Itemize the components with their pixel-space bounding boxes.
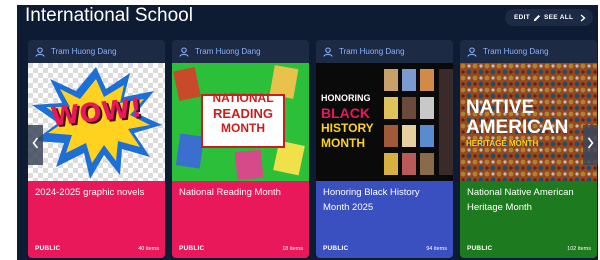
thumb-line: HISTORY — [321, 121, 374, 135]
card-title[interactable]: Honoring Black History Month 2025 — [323, 186, 446, 215]
card-body[interactable]: National Native American Heritage Month … — [460, 181, 597, 258]
card-body[interactable]: 2024-2025 graphic novels PUBLIC 40 items — [28, 181, 165, 258]
user-icon — [467, 46, 477, 57]
thumb-line: HERITAGE MONTH — [466, 139, 539, 148]
card-body[interactable]: Honoring Black History Month 2025 PUBLIC… — [316, 181, 453, 258]
visibility-label: PUBLIC — [323, 245, 349, 252]
page-title: International School — [25, 5, 193, 26]
thumb-line: AMERICAN — [466, 117, 569, 138]
visibility-label: PUBLIC — [467, 245, 493, 252]
card-body[interactable]: National Reading Month PUBLIC 18 items — [172, 181, 309, 258]
item-count: 94 items — [426, 246, 447, 252]
collection-card[interactable]: Tram Huong Dang National Reading Month P… — [172, 40, 309, 258]
card-owner[interactable]: Tram Huong Dang — [28, 40, 165, 63]
owner-name: Tram Huong Dang — [195, 47, 261, 56]
chevron-right-icon[interactable] — [587, 136, 594, 154]
card-owner[interactable]: Tram Huong Dang — [316, 40, 453, 63]
chevron-right-icon[interactable] — [580, 13, 586, 22]
thumbnail-text-card4: NATIVE AMERICAN HERITAGE MONTH — [466, 98, 598, 149]
card-owner[interactable]: Tram Huong Dang — [172, 40, 309, 63]
collection-card[interactable]: Tram Huong Dang National Native American… — [460, 40, 597, 258]
thumb-line: MONTH — [321, 136, 365, 150]
thumb-line: MONTH — [221, 121, 265, 135]
thumb-line: HONORING — [321, 93, 371, 103]
collection-panel: International School EDIT SEE ALL Tram H… — [17, 5, 598, 260]
thumb-line: READING — [213, 106, 273, 121]
item-count: 18 items — [282, 246, 303, 252]
user-icon — [179, 46, 189, 57]
card-footer: PUBLIC 40 items — [35, 245, 159, 252]
user-icon — [323, 46, 333, 57]
thumbnail-text-card2: NATIONAL READING MONTH — [202, 91, 284, 136]
card-footer: PUBLIC 18 items — [179, 245, 303, 252]
card-footer: PUBLIC 102 items — [467, 245, 591, 252]
chevron-left-icon[interactable] — [32, 136, 39, 154]
visibility-label: PUBLIC — [35, 245, 61, 252]
card-title[interactable]: 2024-2025 graphic novels — [35, 186, 158, 201]
collection-card[interactable]: Tram Huong Dang 2024-2025 graphic novels… — [28, 40, 165, 258]
carousel-prev-button[interactable] — [28, 125, 43, 165]
user-icon — [35, 46, 45, 57]
card-owner[interactable]: Tram Huong Dang — [460, 40, 597, 63]
carousel-next-button[interactable] — [583, 125, 598, 165]
pencil-icon[interactable] — [533, 14, 541, 22]
visibility-label: PUBLIC — [179, 245, 205, 252]
owner-name: Tram Huong Dang — [483, 47, 549, 56]
card-title[interactable]: National Native American Heritage Month — [467, 186, 590, 215]
thumb-line: NATIVE — [466, 98, 535, 118]
thumb-line: BLACK — [321, 105, 370, 121]
edit-button[interactable]: EDIT — [514, 14, 530, 21]
item-count: 40 items — [138, 246, 159, 252]
owner-name: Tram Huong Dang — [339, 47, 405, 56]
see-all-button[interactable]: SEE ALL — [544, 14, 573, 21]
card-footer: PUBLIC 94 items — [323, 245, 447, 252]
header-actions: EDIT SEE ALL — [505, 9, 593, 26]
thumb-line: NATIONAL — [212, 91, 274, 105]
thumbnail-text-card3: HONORING BLACK HISTORY MONTH — [321, 91, 385, 151]
owner-name: Tram Huong Dang — [51, 47, 117, 56]
item-count: 102 items — [567, 246, 591, 252]
card-title[interactable]: National Reading Month — [179, 186, 302, 201]
